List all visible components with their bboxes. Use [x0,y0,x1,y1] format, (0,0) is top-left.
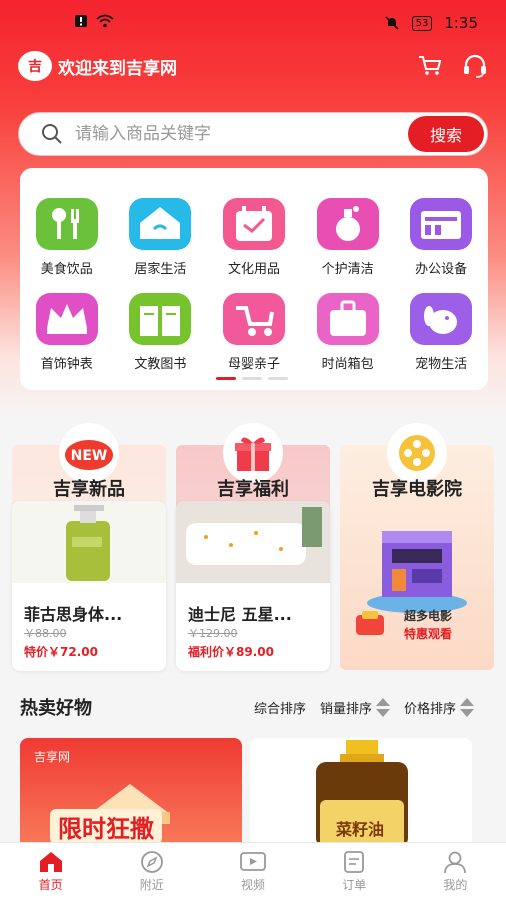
category-item[interactable]: 个护清洁 [301,198,395,277]
svg-text:NEW: NEW [71,448,108,464]
office-icon [410,198,473,250]
search-button[interactable]: 搜索 [408,116,484,152]
tab-bar: 首页 附近 视频 订单 我的 [0,842,506,900]
new-badge-icon: NEW [59,423,119,483]
pager-dot [268,377,288,380]
product-label: 菜籽油 [336,820,385,839]
compass-icon [140,851,163,873]
category-label: 办公设备 [415,262,468,277]
category-pager [216,377,288,380]
app-logo: 吉 [18,51,52,81]
category-item[interactable]: 办公设备 [394,198,488,277]
sort-sales[interactable]: 销量排序 [320,697,390,717]
dog-icon [410,293,473,345]
search-icon [42,124,62,144]
promo-title: 吉享福利 [217,479,289,500]
cinema-caption-1: 超多电影 [404,609,453,623]
sort-arrows-icon [460,697,474,717]
sale-price: 福利价￥89.00 [188,645,274,659]
mute-bell-icon [385,16,399,30]
hot-title: 热卖好物 [20,698,92,719]
utensils-icon [35,198,98,250]
status-bar: 53 1:35 [0,0,506,48]
calendar-icon [222,198,285,250]
promo-new[interactable]: NEW 吉享新品 菲古思身体... ￥88.00 特价￥72.00 [12,423,166,671]
user-icon [444,851,467,874]
category-item[interactable]: 首饰钟表 [20,293,114,372]
suitcase-icon [316,293,379,345]
app-header: 吉 欢迎来到吉享网 [18,50,488,82]
gift-icon [223,423,283,483]
sort-arrows-icon [375,697,390,717]
category-label: 母婴亲子 [227,357,280,372]
battery-indicator: 53 [411,15,433,31]
cart-icon[interactable] [418,54,442,76]
search-bar: 搜索 [18,112,488,156]
order-icon [344,851,365,873]
pager-dot-active [216,377,236,380]
category-panel: 美食饮品 居家生活 文化用品 个护清洁 办公设备首饰钟表 文教图书 母婴亲子 时尚箱包 宠物生活 [20,168,488,390]
pager-dot [242,377,262,380]
sort-overall[interactable]: 综合排序 [254,698,306,717]
cinema-caption-2: 特惠观看 [404,627,453,641]
category-label: 居家生活 [134,262,187,277]
category-item[interactable]: 宠物生活 [394,293,488,372]
tab-nearby[interactable]: 附近 [101,843,202,900]
banner-text: 限时狂撒 [50,809,162,844]
tab-home[interactable]: 首页 [0,843,101,900]
category-item[interactable]: 文化用品 [207,198,301,277]
original-price: ￥88.00 [24,627,67,640]
product-card[interactable]: 菜籽油 [250,738,472,848]
promo-title: 吉享新品 [53,479,125,500]
category-label: 文教图书 [134,357,187,372]
promo-title: 吉享电影院 [372,479,462,500]
ticket-icon [356,611,384,635]
brand-label: 吉享网 [34,750,71,764]
wifi-icon [96,14,114,28]
app-title: 欢迎来到吉享网 [58,58,177,79]
cinema-building-illustration [367,531,467,613]
crown-icon [35,293,98,345]
category-label: 美食饮品 [40,262,93,277]
clock: 1:35 [444,14,478,32]
category-label: 宠物生活 [415,357,468,372]
category-label: 个护清洁 [321,262,374,277]
category-item[interactable]: 母婴亲子 [207,293,301,372]
category-item[interactable]: 时尚箱包 [301,293,395,372]
category-label: 首饰钟表 [40,357,93,372]
promo-cinema[interactable]: 吉享电影院 超多电影 特惠观看 [340,423,494,670]
product-name: 迪士尼 五星... [188,605,292,624]
promo-welfare[interactable]: 吉享福利 迪士尼 五星... ￥129.00 福利价￥89.00 [176,423,330,671]
stroller-icon [222,293,285,345]
sale-price: 特价￥72.00 [24,645,98,659]
promo-product-card[interactable]: 菲古思身体... ￥88.00 特价￥72.00 [12,501,166,671]
category-item[interactable]: 美食饮品 [20,198,114,277]
category-item[interactable]: 居家生活 [114,198,208,277]
product-card[interactable]: 吉享网 限时狂撒 [20,738,242,848]
tab-orders[interactable]: 订单 [304,843,405,900]
category-label: 文化用品 [227,262,280,277]
alert-icon [75,15,87,27]
product-name: 菲古思身体... [24,605,123,624]
tab-mine[interactable]: 我的 [405,843,506,900]
sort-price[interactable]: 价格排序 [404,697,474,717]
video-icon [240,852,266,871]
product-image [12,501,166,583]
category-item[interactable]: 文教图书 [114,293,208,372]
book-icon [129,293,192,345]
home-tab-icon [39,852,62,872]
category-label: 时尚箱包 [321,357,374,372]
perfume-icon [316,198,379,250]
customer-service-icon[interactable] [462,54,488,78]
tab-video[interactable]: 视频 [202,843,303,900]
original-price: ￥129.00 [188,627,238,640]
product-image [176,501,330,583]
home-icon [129,198,192,250]
film-reel-icon [387,423,447,483]
hot-section-header: 热卖好物 综合排序 销量排序 价格排序 [20,692,474,722]
promo-product-card[interactable]: 迪士尼 五星... ￥129.00 福利价￥89.00 [176,501,330,671]
